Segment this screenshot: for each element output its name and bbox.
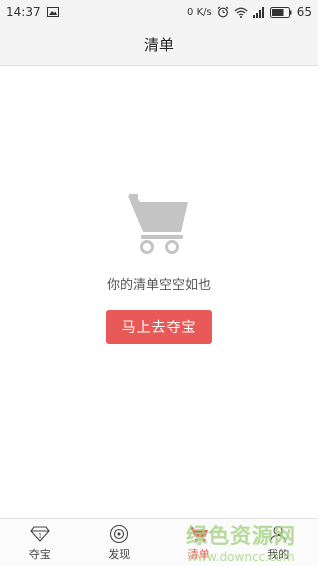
status-bar: 14:37 0 K/s 65 [0, 0, 318, 24]
tab-list[interactable]: 清单 [159, 519, 239, 566]
tab-label-list: 清单 [187, 548, 210, 561]
page-title: 清单 [143, 36, 174, 54]
tab-discover[interactable]: 发现 [80, 519, 160, 566]
empty-message: 你的清单空空如也 [106, 278, 211, 293]
cart-icon [189, 524, 209, 544]
network-speed: 0 K/s [187, 6, 212, 18]
app-header: 清单 [0, 24, 318, 66]
tab-label-discover: 发现 [108, 548, 131, 561]
go-treasure-button[interactable]: 马上去夺宝 [106, 310, 212, 344]
battery-icon [269, 6, 292, 18]
tab-treasure[interactable]: 1 夺宝 [0, 519, 80, 566]
wifi-icon [234, 7, 248, 18]
status-right: 0 K/s 65 [187, 5, 312, 19]
status-left: 14:37 [6, 5, 59, 19]
battery-level: 65 [296, 5, 312, 19]
signal-icon [252, 6, 265, 18]
user-icon [268, 524, 288, 544]
screen: 14:37 0 K/s 65 清单 你的清单空空如也 马上去夺宝 1 夺宝 发现… [0, 0, 318, 566]
discover-icon [109, 524, 129, 544]
svg-text:1: 1 [38, 533, 42, 540]
image-icon [46, 7, 59, 17]
alarm-icon [217, 6, 229, 18]
diamond-icon: 1 [30, 524, 50, 544]
bottom-tab-bar: 1 夺宝 发现 清单 我的 [0, 518, 318, 566]
tab-label-treasure: 夺宝 [28, 548, 51, 561]
shopping-cart-icon [126, 190, 192, 256]
status-time: 14:37 [6, 5, 41, 19]
tab-label-mine: 我的 [267, 548, 290, 561]
tab-mine[interactable]: 我的 [239, 519, 319, 566]
